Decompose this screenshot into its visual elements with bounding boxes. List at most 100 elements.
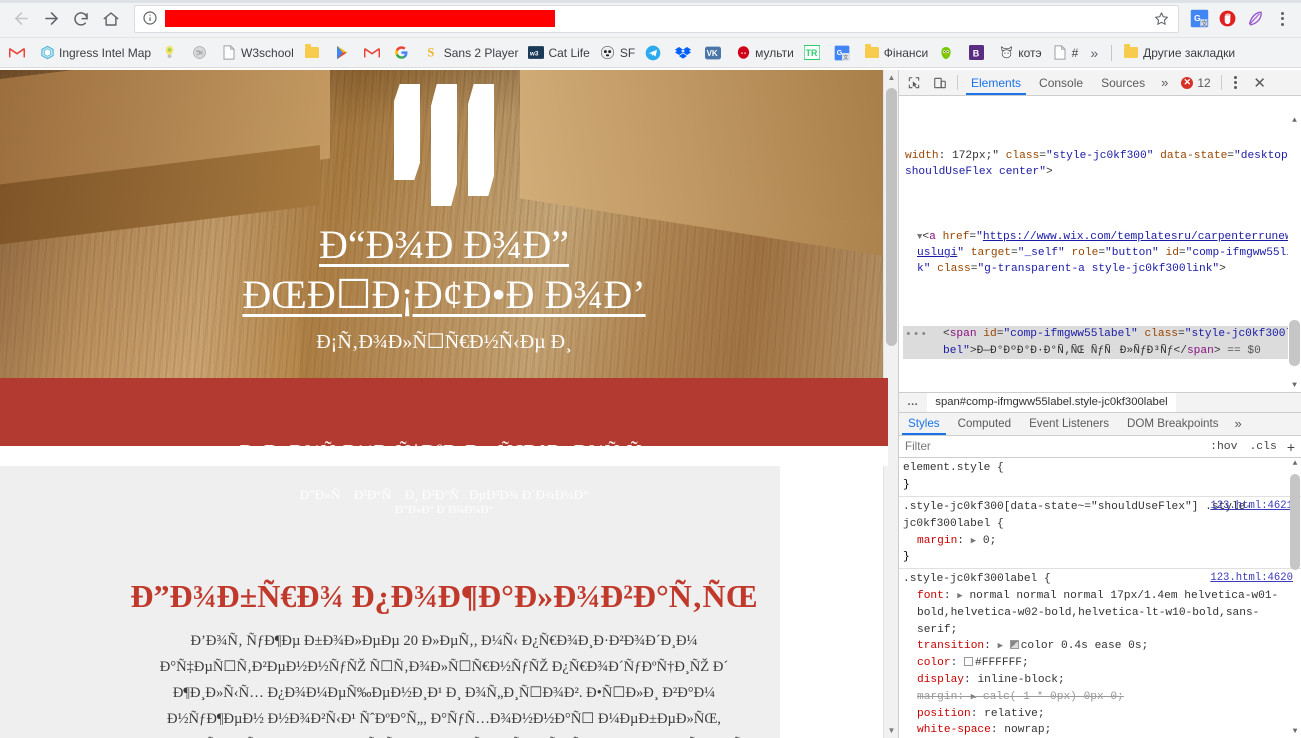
dom-line-anchor[interactable]: ▼<a href="https://www.wix.com/templatesr…: [903, 229, 1301, 278]
declaration-white-space[interactable]: white-space: nowrap;: [903, 722, 1295, 738]
bookmark-telegram[interactable]: [640, 41, 670, 65]
bookmark-label: котэ: [1018, 45, 1042, 60]
rule-source-link[interactable]: 123.html:4620: [1210, 571, 1293, 587]
address-bar[interactable]: [134, 4, 1179, 33]
bookmark-tr[interactable]: TR: [799, 41, 829, 65]
home-icon: [103, 11, 119, 26]
styles-tabs-more-button[interactable]: »: [1228, 413, 1249, 435]
rule-close-brace: }: [903, 479, 910, 492]
more-tabs-button[interactable]: »: [1154, 70, 1175, 95]
bookmark-cat-life[interactable]: w3 Cat Life: [523, 41, 594, 65]
bookmark-translate[interactable]: G文: [829, 41, 859, 65]
breadcrumb-overflow[interactable]: …: [899, 396, 927, 408]
style-rule-flex-label[interactable]: 123.html:4621 .style-jc0kf300[data-state…: [899, 497, 1301, 570]
styles-pane[interactable]: element.style { } 123.html:4621 .style-j…: [899, 458, 1301, 738]
back-button[interactable]: [6, 4, 36, 34]
color-swatch[interactable]: [964, 657, 974, 667]
breadcrumb-item-span[interactable]: span#comp-ifmgww55label.style-jc0kf300la…: [927, 393, 1176, 412]
bookmarks-overflow-button[interactable]: »: [1083, 45, 1105, 61]
bookmark-star-icon[interactable]: [1148, 6, 1174, 32]
chrome-menu-button[interactable]: [1269, 4, 1295, 34]
declaration-font[interactable]: font: ▶ normal normal normal 17px/1.4em …: [903, 588, 1295, 638]
dom-span-text: Ð—Ð°ÐºÐ°Ð·Ð°Ñ‚ÑŒ ÑƒÑÐ»ÑƒÐ³Ñƒ: [976, 344, 1174, 357]
declaration-color[interactable]: color: #FFFFFF;: [903, 655, 1295, 672]
tab-computed[interactable]: Computed: [949, 413, 1021, 435]
tab-elements[interactable]: Elements: [962, 70, 1030, 96]
dom-tree-pane[interactable]: width: 172px;" class="style-jc0kf300" da…: [899, 96, 1301, 393]
declaration-margin[interactable]: margin: ▶ 0;: [903, 533, 1295, 550]
styles-filter-input[interactable]: [899, 439, 1205, 455]
bookmark-google[interactable]: [389, 41, 419, 65]
bookmark-bulb[interactable]: [156, 41, 186, 65]
bookmark-label: Ingress Intel Map: [59, 45, 152, 60]
devtools-close-button[interactable]: ✕: [1246, 70, 1274, 95]
tab-event-listeners[interactable]: Event Listeners: [1020, 413, 1118, 435]
home-button[interactable]: [96, 4, 126, 34]
bookmark-dropbox[interactable]: [670, 41, 700, 65]
style-rule-label[interactable]: 123.html:4620 .style-jc0kf300label { fon…: [899, 569, 1301, 738]
device-toolbar-button[interactable]: [927, 70, 953, 95]
bookmark-play-store[interactable]: [329, 41, 359, 65]
dom-line-attrs[interactable]: width: 172px;" class="style-jc0kf300" da…: [903, 148, 1301, 180]
cls-toggle-button[interactable]: .cls: [1243, 441, 1282, 453]
tab-styles[interactable]: Styles: [899, 413, 949, 436]
bookmark-sans-2-player[interactable]: S Sans 2 Player: [419, 41, 524, 65]
google-translate-extension[interactable]: G 文: [1185, 5, 1213, 33]
style-rule-element-style[interactable]: element.style { }: [899, 458, 1301, 498]
bookmark-folder-1[interactable]: [299, 41, 329, 65]
declaration-position[interactable]: position: relative;: [903, 706, 1295, 723]
bookmark-finansy[interactable]: Фінанси: [859, 41, 933, 65]
inspect-element-button[interactable]: [901, 70, 927, 95]
dom-breadcrumb[interactable]: … span#comp-ifmgww55label.style-jc0kf300…: [899, 392, 1301, 413]
google-translate-icon: G文: [834, 45, 850, 61]
reload-button[interactable]: [66, 4, 96, 34]
feather-extension[interactable]: [1241, 5, 1269, 33]
bookmark-kote[interactable]: котэ: [993, 41, 1046, 65]
red-banner: [0, 378, 888, 446]
bookmark-w3school[interactable]: W3school: [216, 41, 299, 65]
dom-tree-scrollbar[interactable]: ▲ ▼: [1288, 96, 1301, 393]
bookmark-behance[interactable]: B: [963, 41, 993, 65]
scroll-up-arrow[interactable]: ▲: [884, 70, 899, 85]
adblock-extension[interactable]: [1213, 5, 1241, 33]
declaration-margin-overridden[interactable]: margin: ▶ calc( 1 * 0px) 0px 0;: [903, 689, 1295, 706]
declaration-display[interactable]: display: inline-block;: [903, 672, 1295, 689]
prop-name: color: [917, 657, 951, 670]
rule-source-link[interactable]: 123.html:4621: [1210, 499, 1293, 515]
styles-scroll-up[interactable]: ▲: [1289, 458, 1301, 470]
bookmark-label: Cat Life: [548, 45, 590, 60]
declaration-transition[interactable]: transition: ▶ color 0.4s ease 0s;: [903, 638, 1295, 655]
bookmark-gmail-2[interactable]: [359, 41, 389, 65]
error-count-badge[interactable]: ✕ 12: [1175, 70, 1216, 95]
bookmark-hash[interactable]: #: [1047, 41, 1084, 65]
new-style-rule-button[interactable]: +: [1283, 439, 1301, 455]
styles-scroll-down[interactable]: ▼: [1289, 726, 1301, 738]
site-logo[interactable]: [369, 84, 519, 206]
tab-sources[interactable]: Sources: [1092, 70, 1154, 95]
url-field[interactable]: [163, 6, 1148, 32]
easing-swatch[interactable]: [1009, 640, 1019, 650]
bookmark-multi[interactable]: мульти: [730, 41, 799, 65]
dom-scroll-down[interactable]: ▼: [1288, 379, 1301, 392]
bookmark-brain[interactable]: [186, 41, 216, 65]
dom-scroll-thumb[interactable]: [1289, 320, 1300, 367]
bookmark-duolingo[interactable]: [933, 41, 963, 65]
other-bookmarks-button[interactable]: Другие закладки: [1118, 41, 1240, 65]
styles-scrollbar[interactable]: ▲ ▼: [1289, 458, 1301, 738]
folder-icon: [1123, 44, 1139, 61]
tab-dom-breakpoints[interactable]: DOM Breakpoints: [1118, 413, 1228, 435]
forward-button[interactable]: [36, 4, 66, 34]
info-circle-icon[interactable]: [142, 10, 159, 27]
bookmark-vk[interactable]: VK: [700, 41, 730, 65]
body-paragraph: Ð’Ð¾Ñ‚ ÑƒÐ¶Ðµ Ð±Ð¾Ð»ÐµÐµ 20 Ð»ÐµÑ‚, Ð¼Ñ‹…: [0, 629, 888, 738]
bookmark-sf[interactable]: SF: [595, 41, 640, 65]
hov-toggle-button[interactable]: :hov: [1204, 441, 1243, 453]
dom-line-selected-span[interactable]: ••• <span id="comp-ifmgww55label" class="…: [903, 326, 1301, 359]
devtools-more-options-button[interactable]: [1226, 70, 1246, 95]
bookmark-gmail-1[interactable]: [4, 41, 34, 65]
bookmark-ingress-intel-map[interactable]: Ingress Intel Map: [34, 41, 156, 65]
tab-console[interactable]: Console: [1030, 70, 1092, 95]
dom-scroll-up[interactable]: ▲: [1288, 114, 1301, 127]
styles-scroll-thumb[interactable]: [1290, 474, 1300, 571]
prop-name: display: [917, 674, 964, 686]
